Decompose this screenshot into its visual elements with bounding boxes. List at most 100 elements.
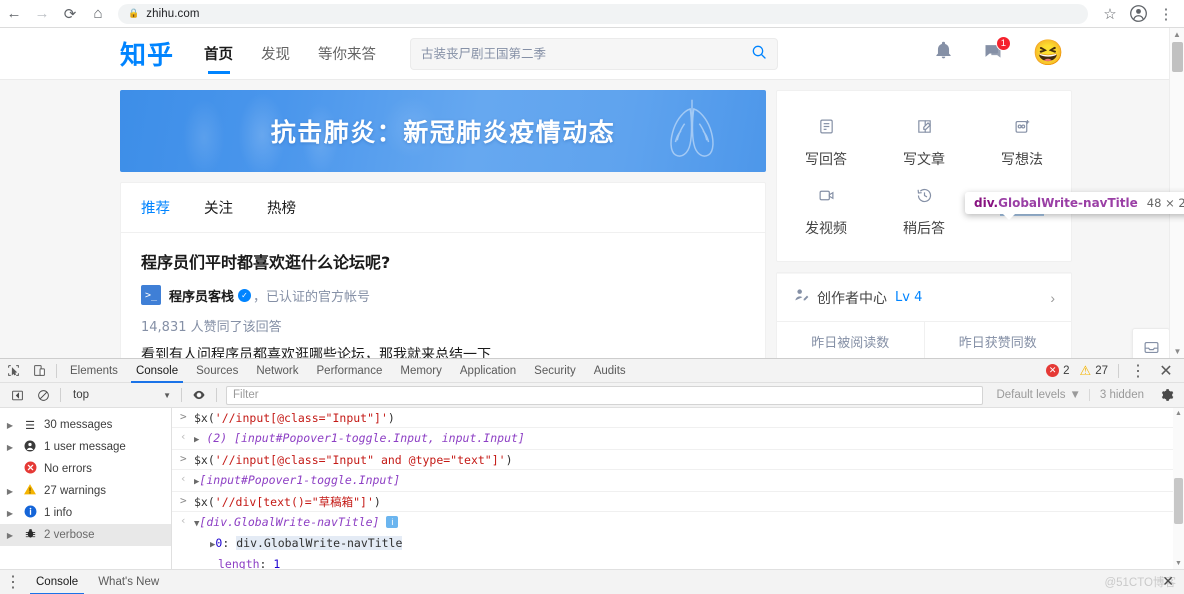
expand-arrow-icon-3[interactable]: ▶ [4, 487, 16, 496]
scroll-down-arrow-icon[interactable]: ▼ [1170, 345, 1184, 356]
sidebar-toggle-icon[interactable] [4, 383, 30, 407]
clear-console-icon[interactable] [30, 383, 56, 407]
warning-count-badge[interactable]: ⚠ 27 [1076, 364, 1112, 377]
error-count: 2 [1063, 364, 1070, 377]
tab-recommend[interactable]: 推荐 [141, 197, 170, 218]
inbox-float-button[interactable] [1132, 328, 1170, 358]
tab-application[interactable]: Application [451, 359, 525, 383]
console-scrollbar-thumb[interactable] [1174, 478, 1183, 524]
verbose-icon [22, 527, 38, 543]
console-output[interactable]: > $x('//input[@class="Input"]') ‹ ▶ (2) … [172, 408, 1184, 569]
profile-icon[interactable] [1124, 0, 1152, 28]
inspect-cursor-icon[interactable] [0, 359, 26, 383]
back-arrow-icon[interactable]: ← [0, 0, 28, 28]
watermark-close-icon[interactable]: ✕ [1162, 573, 1174, 590]
tab-security[interactable]: Security [525, 359, 585, 383]
expand-arrow-icon[interactable]: ▶ [4, 421, 16, 430]
log-levels-select[interactable]: Default levels ▼ [988, 389, 1088, 401]
author-name[interactable]: 程序员客栈 [169, 286, 234, 305]
execution-context-select[interactable]: top ▼ [65, 385, 177, 405]
forward-arrow-icon[interactable]: → [28, 0, 56, 28]
tab-sources[interactable]: Sources [187, 359, 247, 383]
live-expression-icon[interactable] [186, 383, 212, 407]
tab-network[interactable]: Network [247, 359, 307, 383]
devtools-panel: Elements Console Sources Network Perform… [0, 358, 1184, 594]
info-badge-icon[interactable]: i [386, 515, 399, 528]
console-row-input-3: > $x('//div[text()="草稿箱"]') [172, 492, 1184, 512]
drawer-tab-whats-new[interactable]: What's New [88, 570, 169, 594]
sidebar-item-verbose[interactable]: ▶ 2 verbose [0, 524, 171, 546]
sidebar-item-errors[interactable]: No errors [0, 458, 171, 480]
kebab-menu-icon[interactable]: ⋮ [1152, 0, 1180, 28]
epidemic-banner[interactable]: 抗击肺炎：新冠肺炎疫情动态 [120, 90, 766, 172]
expand-arrow-icon-2[interactable]: ▶ [4, 443, 16, 452]
sidebar-item-errors-label: No errors [44, 463, 92, 475]
tab-follow[interactable]: 关注 [204, 197, 233, 218]
console-output-2[interactable]: ▶[input#Popover1-toggle.Input] [194, 472, 400, 490]
address-bar[interactable]: 🔒 zhihu.com [118, 3, 1088, 24]
expand-arrow-icon-5[interactable]: ▶ [4, 531, 16, 540]
write-video-button[interactable]: 发视频 [777, 178, 875, 247]
console-input-1: $x('//input[@class="Input"]') [194, 410, 395, 425]
nav-item-home[interactable]: 首页 [204, 28, 233, 80]
console-row-output-2: ‹ ▶[input#Popover1-toggle.Input] [172, 470, 1184, 492]
answer-icon [818, 118, 835, 140]
nav-item-waiting[interactable]: 等你来答 [318, 28, 376, 80]
answer-later-button[interactable]: 稍后答 [875, 178, 973, 247]
devtools-kebab-menu-icon[interactable]: ⋮ [1125, 359, 1151, 383]
console-child-0[interactable]: ▶0: div.GlobalWrite-navTitle [194, 535, 403, 553]
expand-arrow-icon-4[interactable]: ▶ [4, 509, 16, 518]
device-toolbar-icon[interactable] [26, 359, 52, 383]
search-input[interactable] [421, 46, 752, 61]
gear-icon[interactable] [1154, 383, 1180, 407]
chevron-right-icon[interactable]: › [1050, 290, 1055, 306]
sidebar-item-user-messages[interactable]: ▶ 1 user message [0, 436, 171, 458]
home-icon[interactable]: ⌂ [84, 0, 112, 28]
console-output-1[interactable]: ▶ (2) [input#Popover1-toggle.Input, inpu… [194, 430, 525, 448]
tab-audits[interactable]: Audits [585, 359, 635, 383]
error-count-badge[interactable]: ✕ 2 [1042, 364, 1073, 377]
scroll-up-arrow-icon[interactable]: ▲ [1170, 28, 1184, 39]
tab-memory[interactable]: Memory [391, 359, 451, 383]
scrollbar-thumb[interactable] [1172, 42, 1183, 72]
sidebar-item-warnings[interactable]: ▶ 27 warnings [0, 480, 171, 502]
sidebar-item-info[interactable]: ▶ 1 info [0, 502, 171, 524]
write-answer-button[interactable]: 写回答 [777, 109, 875, 178]
tab-performance[interactable]: Performance [308, 359, 392, 383]
feed-title[interactable]: 程序员们平时都喜欢逛什么论坛呢? [141, 249, 745, 273]
console-body: ▶ ☰ 30 messages ▶ 1 user message No erro… [0, 408, 1184, 569]
chat-icon[interactable]: 1 [983, 35, 1011, 67]
write-article-button[interactable]: 写文章 [875, 109, 973, 178]
console-row-child-length: length: 1 [172, 554, 1184, 570]
sidebar-item-warnings-label: 27 warnings [44, 485, 107, 497]
avatar[interactable]: 😆 [1033, 41, 1064, 66]
search-icon[interactable] [751, 44, 767, 64]
nav-item-explore[interactable]: 发现 [261, 28, 290, 80]
console-scrollbar[interactable]: ▲ ▼ [1173, 408, 1184, 569]
message-badge: 1 [995, 35, 1011, 51]
drawer-kebab-menu-icon[interactable]: ⋮ [0, 570, 26, 594]
zhihu-logo[interactable]: 知乎 [120, 35, 174, 72]
drawer-tab-console[interactable]: Console [26, 570, 88, 594]
console-output-3[interactable]: ▼[div.GlobalWrite-navTitle] i [194, 514, 399, 532]
chevron-down-icon: ▼ [163, 390, 171, 400]
banner-title: 抗击肺炎：新冠肺炎疫情动态 [270, 118, 616, 147]
sidebar-item-messages[interactable]: ▶ ☰ 30 messages [0, 414, 171, 436]
console-filter-input[interactable]: Filter [226, 385, 984, 405]
creator-center-row[interactable]: 创作者中心 Lv 4 › [777, 273, 1071, 321]
write-idea-label: 写想法 [1001, 152, 1043, 168]
author-avatar[interactable]: >_ [141, 285, 161, 305]
console-scroll-up-icon[interactable]: ▲ [1174, 410, 1183, 417]
tab-elements[interactable]: Elements [61, 359, 127, 383]
write-idea-button[interactable]: 写想法 [973, 109, 1071, 178]
tab-console[interactable]: Console [127, 359, 187, 383]
tab-hot[interactable]: 热榜 [267, 197, 296, 218]
devtools-close-icon[interactable]: ✕ [1153, 359, 1179, 383]
console-scroll-down-icon[interactable]: ▼ [1174, 560, 1183, 567]
console-child-length: length: 1 [218, 556, 281, 570]
bell-icon[interactable] [934, 41, 953, 66]
stat-reads-label: 昨日被阅读数 [811, 336, 890, 351]
search-box[interactable] [410, 37, 779, 70]
reload-icon[interactable]: ⟳ [56, 0, 84, 28]
star-icon[interactable]: ☆ [1096, 0, 1124, 28]
